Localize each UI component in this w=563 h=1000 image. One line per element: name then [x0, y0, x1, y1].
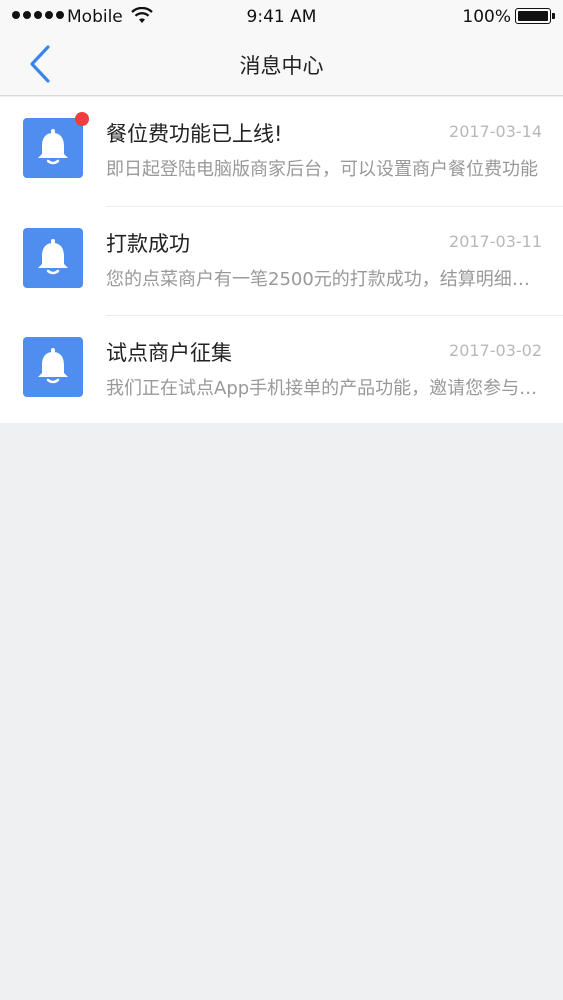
message-item[interactable]: 餐位费功能已上线! 2017-03-14 即日起登陆电脑版商家后台，可以设置商户…	[0, 97, 563, 207]
message-preview: 您的点菜商户有一笔2500元的打款成功，结算明细请查看	[106, 268, 546, 290]
message-icon	[23, 118, 83, 178]
navigation-bar: 消息中心	[0, 32, 563, 96]
message-icon	[23, 227, 83, 288]
message-date: 2017-03-14	[449, 122, 542, 141]
message-title: 餐位费功能已上线!	[106, 122, 283, 146]
battery-icon	[515, 8, 555, 24]
bell-icon	[38, 129, 68, 165]
message-icon	[23, 337, 83, 397]
message-preview: 即日起登陆电脑版商家后台，可以设置商户餐位费功能	[106, 159, 538, 180]
message-title: 试点商户征集	[106, 341, 232, 365]
unread-badge	[75, 112, 89, 126]
message-item[interactable]: 打款成功 2017-03-11 您的点菜商户有一笔2500元的打款成功，结算明细…	[0, 207, 563, 316]
message-list: 餐位费功能已上线! 2017-03-14 即日起登陆电脑版商家后台，可以设置商户…	[0, 97, 563, 423]
battery-percentage: 100%	[462, 7, 511, 27]
message-date: 2017-03-02	[449, 341, 542, 360]
message-item[interactable]: 试点商户征集 2017-03-02 我们正在试点App手机接单的产品功能，邀请您…	[0, 316, 563, 426]
message-title: 打款成功	[106, 231, 190, 256]
bell-icon	[38, 348, 68, 384]
message-date: 2017-03-11	[449, 231, 542, 251]
message-preview: 我们正在试点App手机接单的产品功能，邀请您参与体验	[106, 378, 546, 399]
status-bar: Mobile 9:41 AM 100%	[0, 0, 563, 32]
page-title: 消息中心	[239, 54, 324, 78]
bell-icon	[38, 238, 68, 274]
